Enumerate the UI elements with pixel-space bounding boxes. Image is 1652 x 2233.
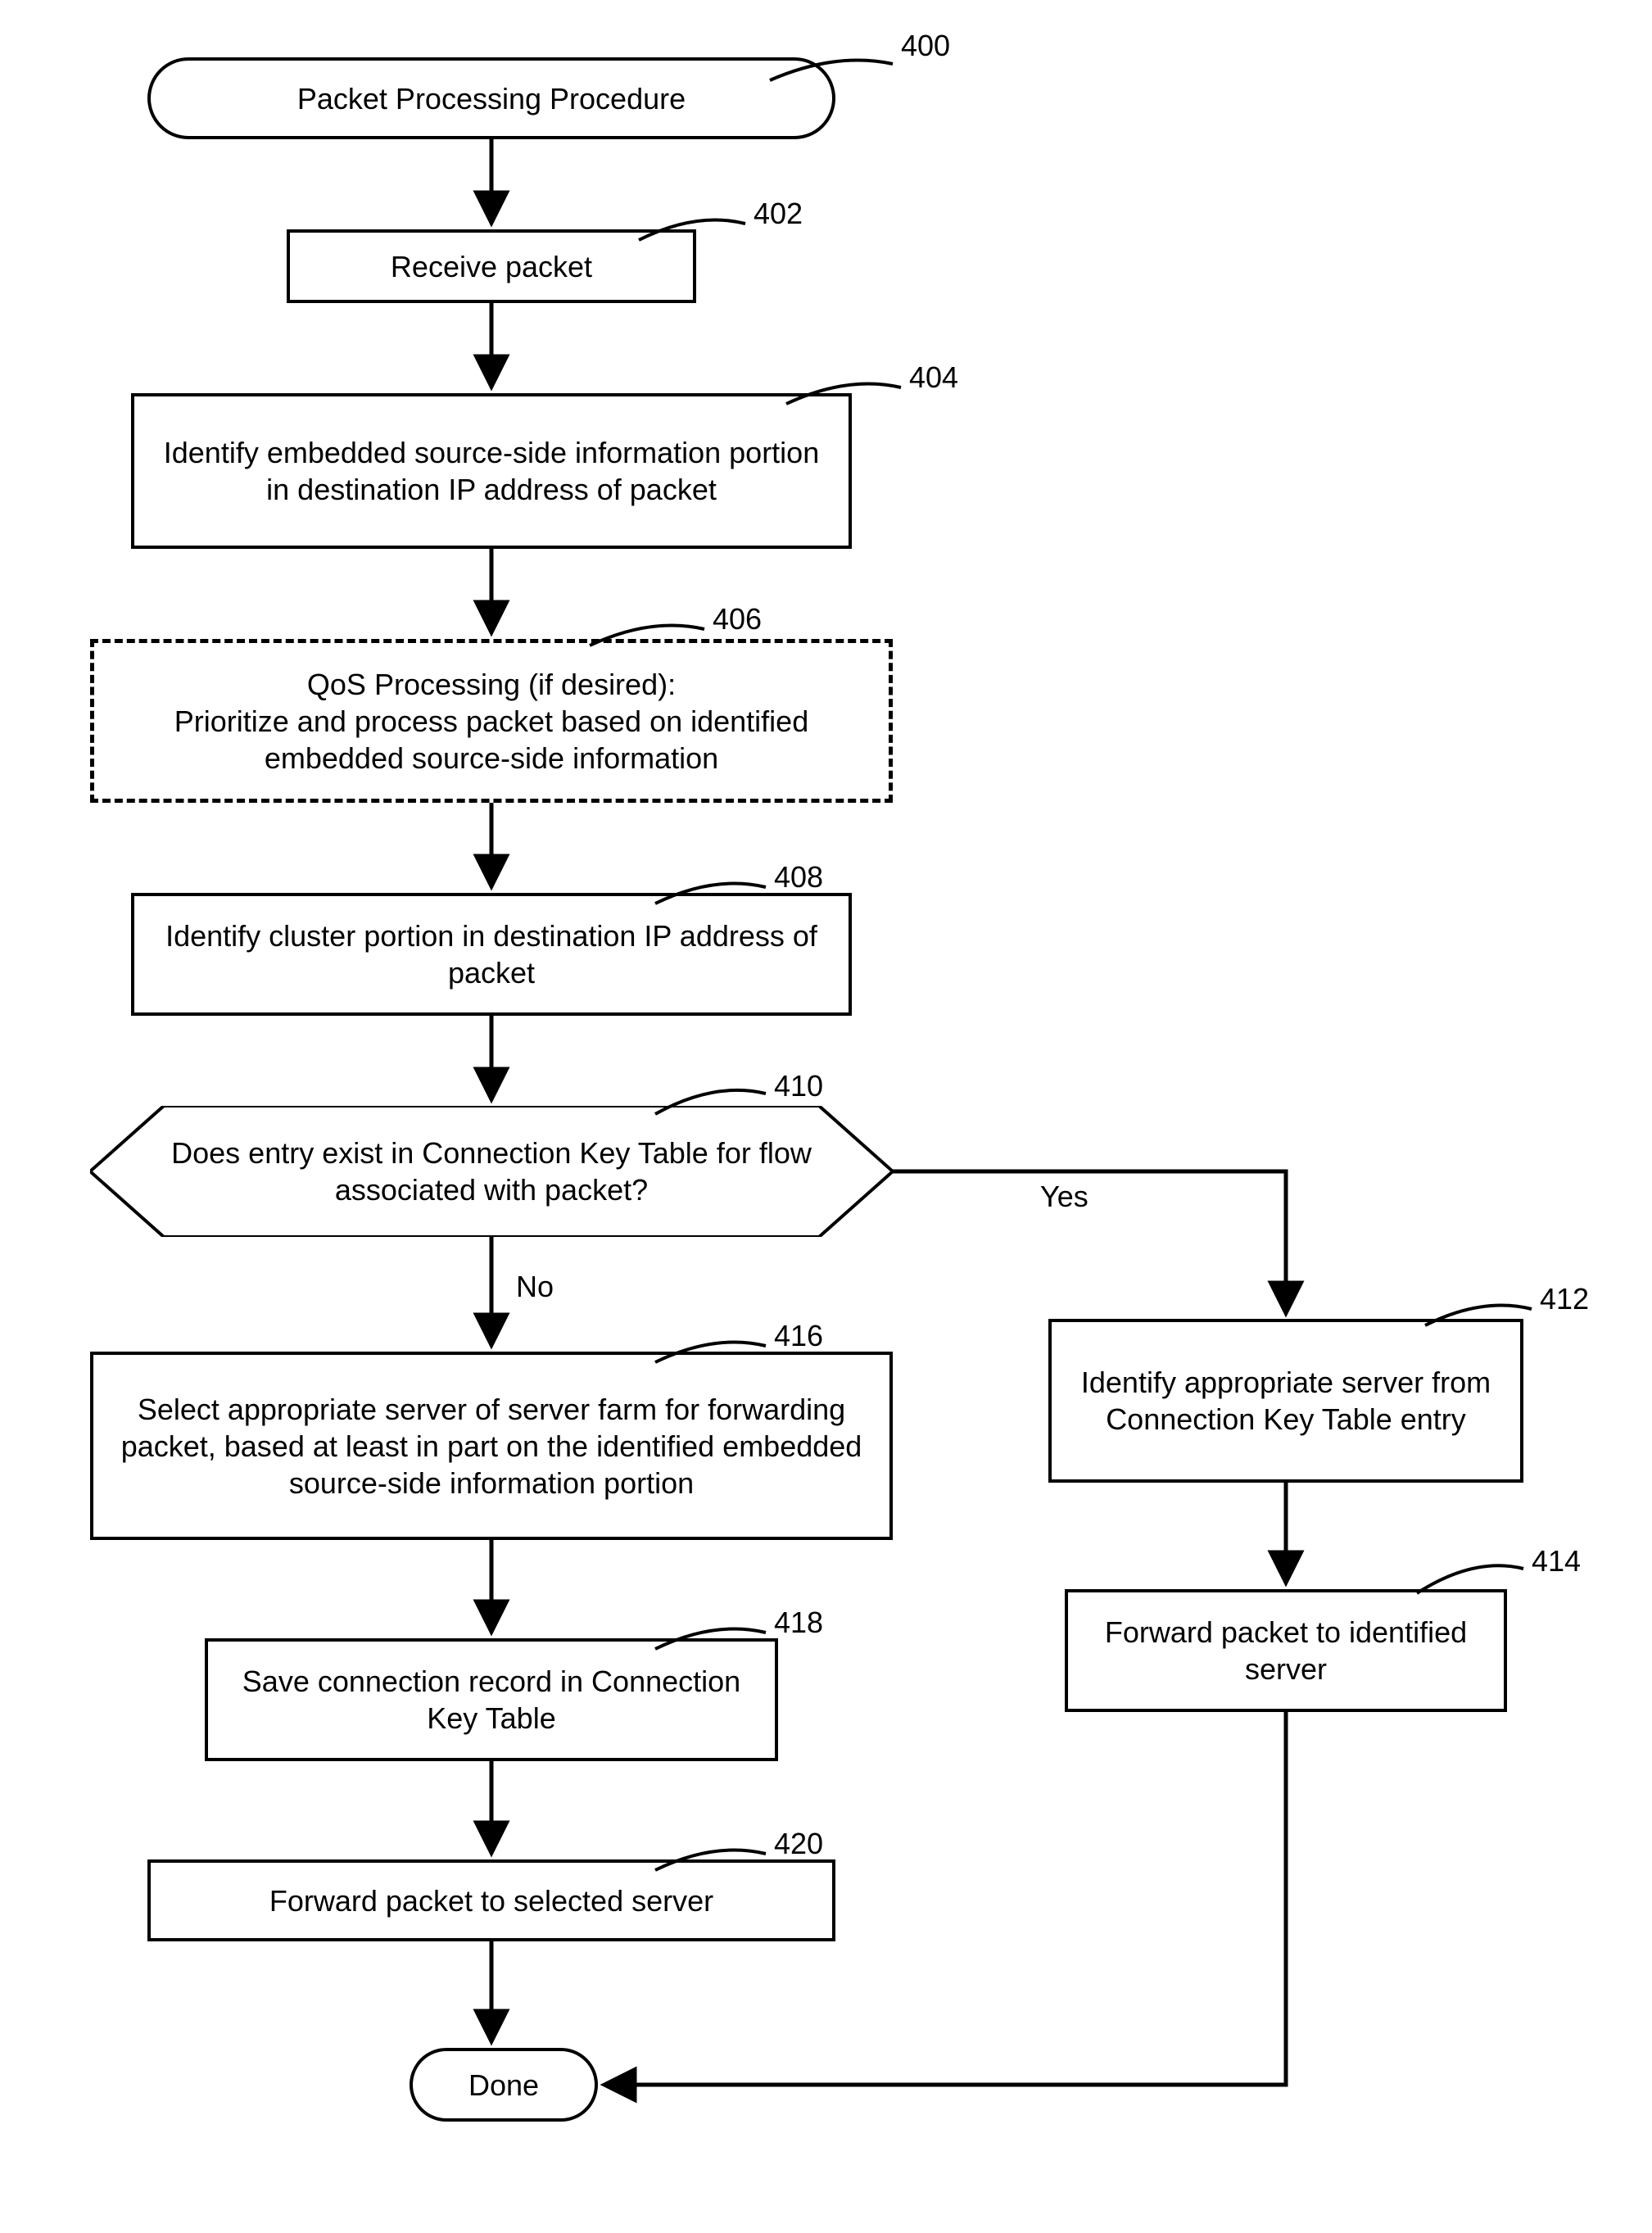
node-406-text-a: QoS Processing (if desired): [307, 666, 676, 703]
leader-416 [655, 1339, 774, 1374]
edge-406-408 [488, 803, 495, 900]
leader-408 [655, 881, 774, 915]
edge-418-420 [488, 1761, 495, 1867]
edge-408-410 [488, 1016, 495, 1113]
leader-412 [1425, 1302, 1540, 1337]
edge-404-406 [488, 549, 495, 646]
node-402-text: Receive packet [391, 248, 592, 285]
ref-412: 412 [1540, 1282, 1589, 1316]
node-404: Identify embedded source-side informatio… [131, 393, 852, 549]
node-412: Identify appropriate server from Connect… [1048, 1319, 1523, 1483]
node-406-text-b: Prioritize and process packet based on i… [111, 703, 872, 777]
edge-412-414 [1283, 1483, 1289, 1597]
edge-416-418 [488, 1540, 495, 1646]
flowchart-canvas: Packet Processing Procedure Receive pack… [33, 33, 1619, 2200]
node-410-decision: Does entry exist in Connection Key Table… [90, 1106, 893, 1237]
leader-418 [655, 1626, 774, 1660]
edge-400-402 [488, 139, 495, 237]
node-402: Receive packet [287, 229, 696, 303]
node-406: QoS Processing (if desired): Prioritize … [90, 639, 893, 803]
leader-402 [639, 217, 754, 251]
leader-410 [655, 1089, 774, 1126]
edge-414-done [598, 1712, 1294, 2104]
node-410-text: Does entry exist in Connection Key Table… [156, 1135, 827, 1208]
ref-408: 408 [774, 860, 823, 895]
ref-416: 416 [774, 1319, 823, 1353]
ref-414: 414 [1532, 1544, 1581, 1578]
node-400-terminator: Packet Processing Procedure [147, 57, 835, 139]
node-404-text: Identify embedded source-side informatio… [151, 434, 832, 508]
ref-404: 404 [909, 360, 958, 395]
edge-label-yes: Yes [1040, 1180, 1089, 1214]
edge-410-416 [488, 1237, 495, 1359]
node-416-text: Select appropriate server of server farm… [110, 1391, 873, 1502]
ref-406: 406 [713, 602, 762, 636]
node-414: Forward packet to identified server [1065, 1589, 1507, 1712]
ref-410: 410 [774, 1069, 823, 1103]
edge-410-412 [893, 1168, 1294, 1339]
node-408-text: Identify cluster portion in destination … [151, 917, 832, 991]
node-416: Select appropriate server of server farm… [90, 1352, 893, 1540]
ref-402: 402 [754, 197, 803, 231]
node-done-terminator: Done [410, 2048, 598, 2122]
node-done-text: Done [468, 2067, 539, 2104]
node-414-text: Forward packet to identified server [1084, 1614, 1487, 1687]
ref-400: 400 [901, 29, 950, 63]
node-400-text: Packet Processing Procedure [297, 80, 686, 117]
leader-404 [786, 381, 909, 415]
leader-400 [770, 57, 901, 92]
leader-406 [590, 623, 713, 657]
edge-label-no: No [516, 1270, 554, 1304]
ref-418: 418 [774, 1606, 823, 1640]
edge-420-done [488, 1941, 495, 2055]
edge-402-404 [488, 303, 495, 401]
node-412-text: Identify appropriate server from Connect… [1068, 1364, 1504, 1438]
leader-414 [1417, 1565, 1532, 1605]
